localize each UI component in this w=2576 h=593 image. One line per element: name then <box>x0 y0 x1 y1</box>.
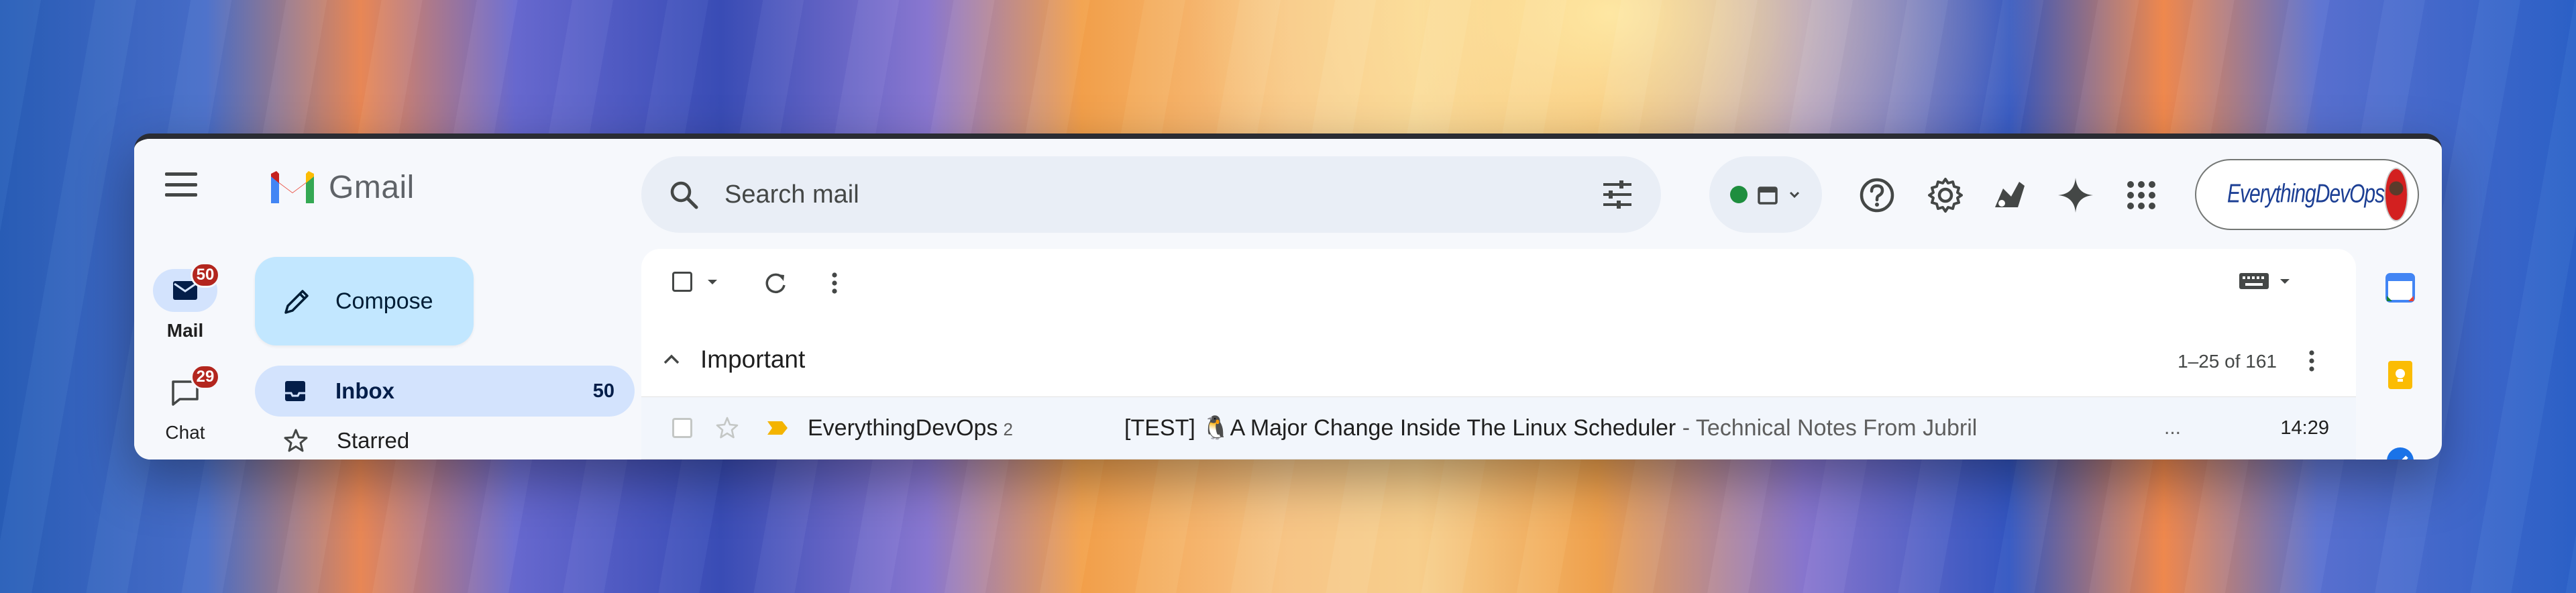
gemini-icon[interactable] <box>2057 176 2094 214</box>
keep-icon[interactable] <box>2384 359 2416 391</box>
chevron-up-icon[interactable] <box>661 349 682 370</box>
side-panel <box>2357 249 2442 460</box>
nav-label-inbox: Inbox <box>335 378 394 403</box>
mail-icon[interactable]: 50 <box>153 262 220 312</box>
chevron-down-icon <box>1789 191 1800 199</box>
account-brand: EverythingDevOps <box>2227 179 2385 209</box>
tasks-icon[interactable] <box>2384 445 2416 460</box>
refresh-icon[interactable] <box>763 272 788 296</box>
chat-badge: 29 <box>191 364 220 390</box>
table-row[interactable]: EverythingDevOps 2 [TEST] 🐧A Major Change… <box>641 396 2356 460</box>
search-icon[interactable] <box>668 179 699 210</box>
avatar[interactable] <box>2384 168 2408 221</box>
more-options-icon[interactable] <box>830 272 839 294</box>
inbox-icon <box>285 381 305 401</box>
rail-item-chat[interactable]: 29 Chat <box>150 364 220 443</box>
row-subject: [TEST] 🐧A Major Change Inside The Linux … <box>1124 415 1977 441</box>
row-checkbox[interactable] <box>672 418 692 438</box>
section-more-icon[interactable] <box>2308 349 2316 372</box>
thread-count: 2 <box>1003 419 1013 439</box>
select-all-checkbox[interactable] <box>672 272 719 292</box>
pagination-range: 1–25 of 161 <box>2178 351 2277 372</box>
gmail-window: 50 Mail 29 Chat Gmail Compose Inbox 50 S… <box>134 133 2442 460</box>
left-rail: 50 Mail 29 Chat <box>134 139 236 460</box>
gmail-logo[interactable]: Gmail <box>268 168 415 206</box>
account-button[interactable]: EverythingDevOps <box>2195 159 2419 230</box>
help-icon[interactable] <box>1858 176 1896 214</box>
apps-icon[interactable] <box>2123 176 2160 214</box>
star-icon <box>284 429 308 452</box>
nav-label-starred: Starred <box>337 428 410 453</box>
star-icon[interactable] <box>715 416 739 440</box>
chat-icon[interactable]: 29 <box>153 364 220 414</box>
status-dot <box>1730 186 1748 203</box>
search-input[interactable] <box>723 179 1601 210</box>
tune-icon[interactable] <box>1601 179 1634 210</box>
gear-icon[interactable] <box>1927 176 1964 214</box>
section-title: Important <box>700 345 806 373</box>
section-header-important[interactable]: Important <box>661 345 805 374</box>
status-pill[interactable] <box>1709 156 1822 233</box>
pencil-icon <box>284 290 309 314</box>
app-title: Gmail <box>329 169 415 205</box>
inbox-count: 50 <box>592 380 614 402</box>
compose-label: Compose <box>335 288 433 314</box>
compose-button[interactable]: Compose <box>255 257 474 345</box>
snippet-text: - Technical Notes From Jubril <box>1676 415 1978 441</box>
subject-text: [TEST] 🐧A Major Change Inside The Linux … <box>1124 415 1676 441</box>
mail-badge: 50 <box>191 262 220 288</box>
menu-icon[interactable] <box>165 172 197 197</box>
nav-item-inbox[interactable]: Inbox 50 <box>255 366 635 417</box>
addon-icon[interactable] <box>1991 176 2029 214</box>
important-marker-icon[interactable] <box>766 420 789 436</box>
chevron-down-icon[interactable] <box>706 275 719 288</box>
rail-label-chat: Chat <box>165 422 205 443</box>
row-sender: EverythingDevOps 2 <box>808 415 1013 441</box>
mail-list-panel: Important 1–25 of 161 EverythingDevOps 2 … <box>641 249 2356 460</box>
row-time: 14:29 <box>2280 417 2329 439</box>
search-bar <box>641 156 1661 233</box>
chevron-down-icon[interactable] <box>2278 274 2292 288</box>
sender-name: EverythingDevOps <box>808 415 998 441</box>
rail-item-mail[interactable]: 50 Mail <box>150 262 220 341</box>
nav-item-starred[interactable]: Starred <box>255 415 635 460</box>
calendar-app-icon[interactable] <box>2384 272 2416 304</box>
row-ellipsis: ... <box>2164 417 2182 439</box>
gmail-m-icon <box>271 171 314 203</box>
rail-label-mail: Mail <box>166 320 204 341</box>
calendar-icon <box>1758 186 1778 205</box>
keyboard-icon[interactable] <box>2238 272 2292 290</box>
